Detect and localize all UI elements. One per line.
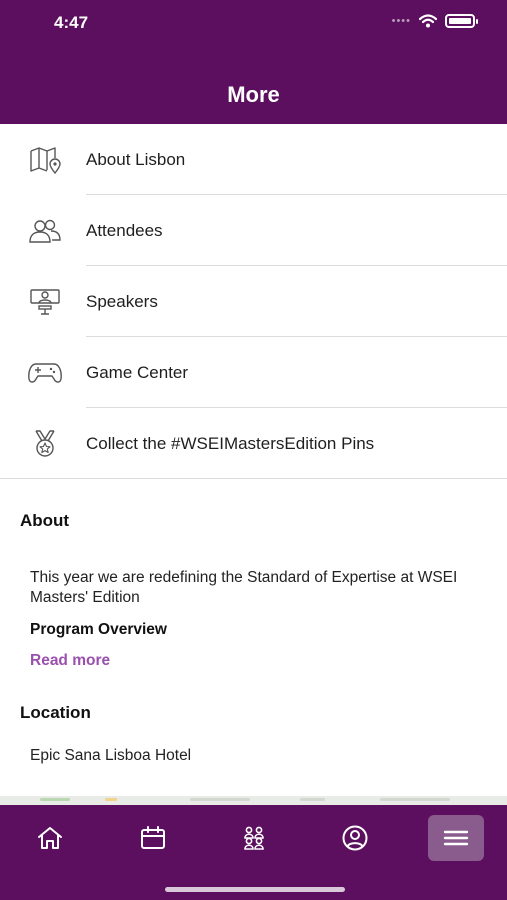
- about-heading: About: [20, 511, 70, 530]
- tab-profile[interactable]: [327, 815, 383, 861]
- tab-agenda[interactable]: [125, 815, 181, 861]
- page-title: More: [227, 82, 280, 107]
- menu-item-about-lisbon[interactable]: About Lisbon: [0, 124, 507, 195]
- location-heading: Location: [20, 703, 91, 722]
- menu-item-attendees[interactable]: Attendees: [0, 195, 507, 266]
- people-icon: [27, 216, 63, 246]
- read-more-link[interactable]: Read more: [30, 652, 110, 670]
- tab-home[interactable]: [22, 815, 78, 861]
- more-menu: About Lisbon Attendees Speakers Game Cen…: [0, 124, 507, 479]
- menu-label-attendees: Attendees: [86, 220, 163, 240]
- menu-label-about-lisbon: About Lisbon: [86, 149, 186, 169]
- location-text: Epic Sana Lisboa Hotel: [30, 747, 192, 764]
- gamepad-icon: [27, 358, 63, 388]
- tab-more[interactable]: [428, 815, 484, 861]
- battery-icon: [445, 14, 478, 28]
- about-text: This year we are redefining the Standard…: [30, 569, 458, 606]
- medal-icon: [27, 429, 63, 459]
- home-indicator: [165, 887, 345, 892]
- menu-item-speakers[interactable]: Speakers: [0, 266, 507, 337]
- status-time: 4:47: [54, 13, 89, 32]
- signal-icon: ••••: [391, 15, 411, 27]
- menu-icon: [443, 830, 469, 846]
- menu-label-collect-pins: Collect the #WSEIMastersEdition Pins: [86, 433, 375, 453]
- presenter-icon: [27, 287, 63, 317]
- header: 4:47 •••• More: [0, 0, 507, 124]
- calendar-icon: [141, 826, 165, 849]
- tab-community[interactable]: [226, 815, 282, 861]
- menu-item-game-center[interactable]: Game Center: [0, 337, 507, 408]
- home-icon: [38, 827, 62, 849]
- status-icons: ••••: [391, 14, 478, 28]
- program-overview-title: Program Overview: [30, 621, 167, 638]
- menu-item-collect-pins[interactable]: Collect the #WSEIMastersEdition Pins: [0, 408, 507, 479]
- map-pin-icon: [27, 145, 63, 175]
- menu-label-speakers: Speakers: [86, 291, 158, 311]
- group-icon: [244, 826, 264, 850]
- menu-label-game-center: Game Center: [86, 362, 189, 382]
- profile-icon: [342, 825, 368, 851]
- tab-bar: [0, 805, 507, 900]
- wifi-icon: [419, 14, 437, 28]
- divider: [0, 478, 507, 479]
